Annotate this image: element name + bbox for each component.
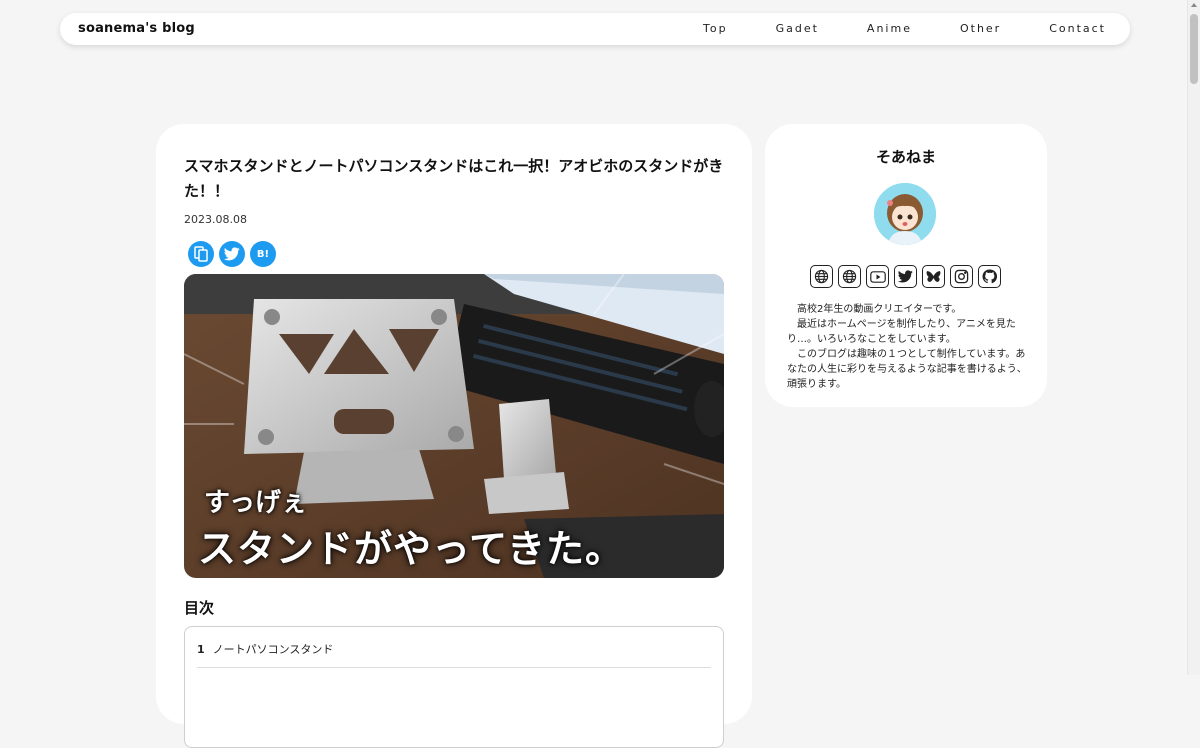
profile-card: そあねま 高校2年生の動画クリエイターです。 最近はホームページを制作したり、ア… — [765, 124, 1047, 407]
bio-paragraph: このブログは趣味の１つとして制作しています。あなたの人生に彩りを与えるような記事… — [787, 349, 1027, 390]
main-nav: Top Gadet Anime Other Contact — [655, 22, 1106, 35]
github-icon — [982, 269, 997, 284]
site-header: soanema's blog Top Gadet Anime Other Con… — [60, 13, 1130, 45]
article-card: スマホスタンドとノートパソコンスタンドはこれ一択！アオビホのスタンドがきた！！ … — [156, 124, 752, 748]
toc-item[interactable]: 1 ノートパソコンスタンド — [197, 641, 711, 668]
toc-heading: 目次 — [184, 599, 215, 617]
youtube-link[interactable] — [866, 265, 889, 288]
hero-caption-small: すっげぇ — [204, 488, 307, 518]
scroll-up-arrow-icon[interactable] — [1191, 3, 1197, 7]
bluesky-link[interactable] — [922, 265, 945, 288]
globe-icon — [842, 269, 857, 284]
website-link-1[interactable] — [810, 265, 833, 288]
nav-contact[interactable]: Contact — [1049, 22, 1106, 35]
globe-icon — [814, 269, 829, 284]
github-link[interactable] — [978, 265, 1001, 288]
twitter-share-button[interactable] — [219, 241, 245, 267]
bluesky-icon — [926, 270, 941, 282]
nav-top[interactable]: Top — [703, 22, 728, 35]
nav-gadet[interactable]: Gadet — [776, 22, 819, 35]
twitter-icon — [898, 270, 913, 283]
avatar — [874, 183, 936, 245]
article-date: 2023.08.08 — [184, 213, 247, 226]
instagram-icon — [954, 269, 969, 284]
youtube-icon — [869, 270, 886, 283]
toc-item-number: 1 — [197, 643, 205, 656]
toc-item-label: ノートパソコンスタンド — [212, 643, 334, 656]
nav-other[interactable]: Other — [960, 22, 1001, 35]
instagram-link[interactable] — [950, 265, 973, 288]
copy-icon — [194, 246, 208, 262]
twitter-icon — [224, 247, 240, 261]
copy-link-button[interactable] — [188, 241, 214, 267]
table-of-contents: 1 ノートパソコンスタンド — [184, 626, 724, 748]
hero-caption-large: スタンドがやってきた。 — [198, 527, 624, 571]
bio-paragraph: 高校2年生の動画クリエイターです。 — [797, 304, 962, 315]
profile-bio: 高校2年生の動画クリエイターです。 最近はホームページを制作したり、アニメを見た… — [787, 302, 1027, 392]
hatena-bookmark-icon: B! — [256, 248, 270, 260]
profile-name: そあねま — [875, 148, 936, 166]
site-brand[interactable]: soanema's blog — [78, 21, 195, 36]
hero-image: すっげぇ スタンドがやってきた。 — [184, 274, 724, 578]
bio-paragraph: 最近はホームページを制作したり、アニメを見たり…。いろいろなことをしています。 — [787, 319, 1016, 345]
article-title: スマホスタンドとノートパソコンスタンドはこれ一択！アオビホのスタンドがきた！！ — [184, 157, 724, 200]
nav-anime[interactable]: Anime — [867, 22, 912, 35]
scrollbar-thumb[interactable] — [1190, 14, 1198, 84]
share-buttons: B! — [188, 241, 276, 267]
avatar-illustration — [874, 183, 936, 245]
social-links — [810, 265, 1001, 288]
twitter-link[interactable] — [894, 265, 917, 288]
hatena-bookmark-button[interactable]: B! — [250, 241, 276, 267]
page-scrollbar[interactable] — [1187, 0, 1200, 675]
website-link-2[interactable] — [838, 265, 861, 288]
